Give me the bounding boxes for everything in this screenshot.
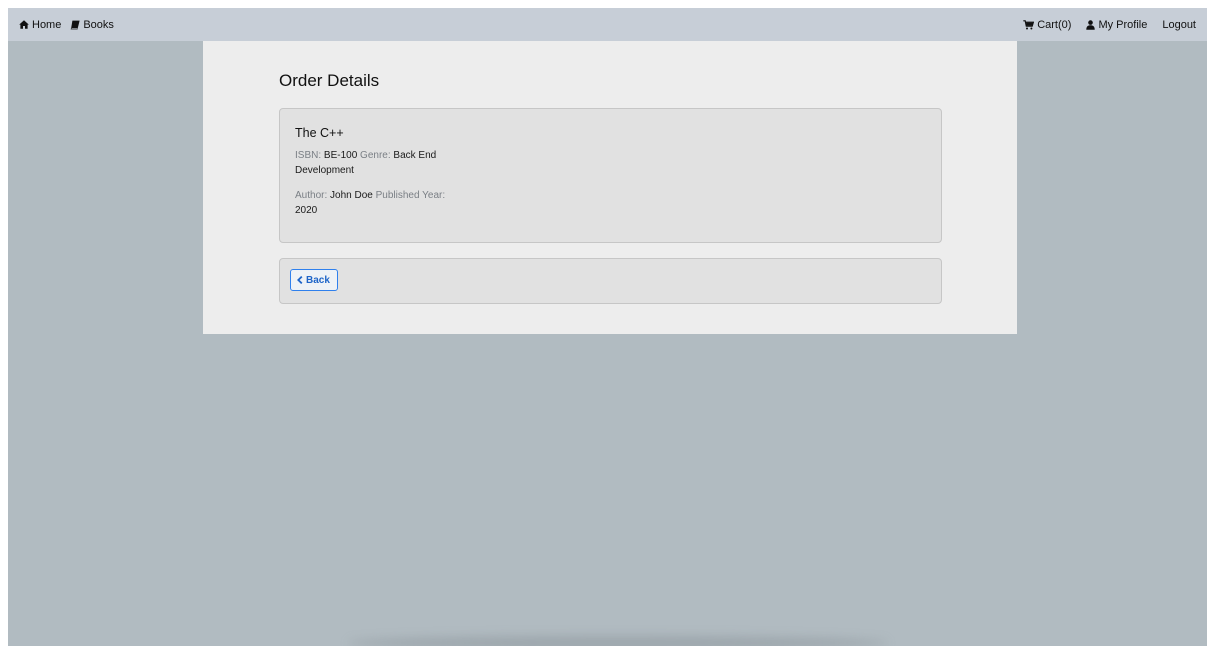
book-isbn-genre: ISBN: BE-100 Genre: Back End Development [295, 148, 470, 178]
nav-books-label: Books [83, 18, 114, 31]
nav-logout-link[interactable]: Logout [1162, 19, 1196, 31]
nav-home-label: Home [32, 18, 62, 31]
actions-card: Back [279, 258, 942, 304]
book-author-year: Author: John Doe Published Year: 2020 [295, 188, 470, 218]
bottom-shadow-decoration [348, 636, 888, 646]
cart-icon [1023, 19, 1035, 30]
back-button[interactable]: Back [290, 269, 338, 291]
page-title: Order Details [279, 71, 380, 90]
isbn-value: BE-100 [323, 150, 358, 161]
order-details-panel: Order Details The C++ ISBN: BE-100 Genre… [203, 41, 1017, 334]
top-navbar: Home Books Cart(0) My Profile Logout [8, 8, 1207, 41]
chevron-left-icon [297, 276, 303, 284]
nav-books-link[interactable]: Books [70, 19, 114, 31]
book-icon [70, 20, 80, 30]
author-label: Author: [295, 190, 328, 201]
published-year-value: 2020 [295, 205, 318, 216]
nav-profile-link[interactable]: My Profile [1086, 19, 1147, 31]
author-value: John Doe [330, 190, 373, 201]
genre-label: Genre: [360, 150, 391, 161]
nav-cart-label: Cart(0) [1037, 18, 1072, 31]
book-title: The C++ [295, 126, 344, 140]
home-icon [19, 20, 29, 29]
nav-logout-label: Logout [1162, 18, 1196, 31]
published-year-label: Published Year: [375, 190, 446, 201]
app-frame: Home Books Cart(0) My Profile Logout Ord… [8, 8, 1207, 646]
book-details-card: The C++ ISBN: BE-100 Genre: Back End Dev… [279, 108, 942, 243]
isbn-label: ISBN: [295, 150, 322, 161]
back-button-label: Back [306, 274, 330, 286]
user-icon [1086, 19, 1096, 30]
nav-profile-label: My Profile [1098, 18, 1148, 31]
nav-right-group: Cart(0) My Profile Logout [1008, 19, 1207, 31]
nav-home-link[interactable]: Home [19, 19, 61, 31]
nav-left-group: Home Books [8, 19, 123, 31]
nav-cart-link[interactable]: Cart(0) [1023, 19, 1071, 31]
